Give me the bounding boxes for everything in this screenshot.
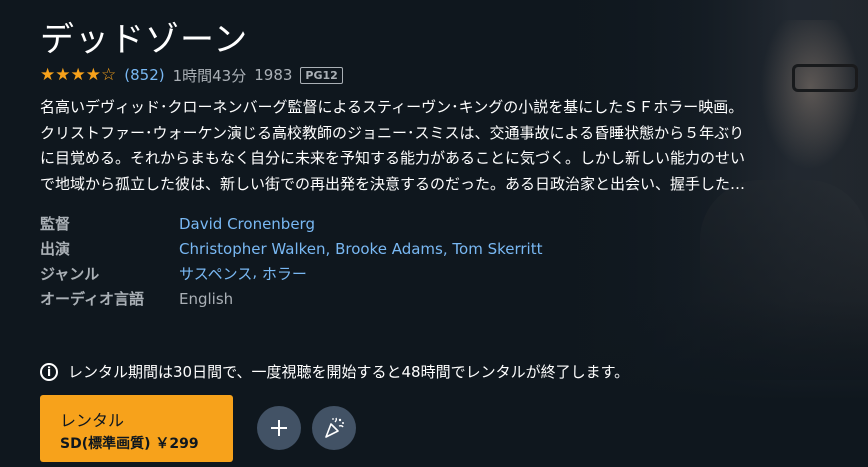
rental-notice: i レンタル期間は30日間で、一度視聴を開始すると48時間でレンタルが終了します… (40, 361, 629, 382)
audio-row: オーディオ言語 English (40, 286, 542, 311)
rent-button-price: SD(標準画質) ￥299 (60, 436, 199, 452)
maturity-rating-badge: PG12 (300, 66, 343, 84)
director-link[interactable]: David Cronenberg (179, 215, 315, 233)
release-year: 1983 (254, 66, 293, 84)
cast-link[interactable]: Tom Skerritt (452, 240, 542, 258)
synopsis-line: クリストファー･ウォーケン演じる高校教師のジョニー･スミスは、交通事故による昏睡… (40, 123, 745, 142)
cast-label: 出演 (40, 240, 71, 258)
watch-party-button[interactable] (312, 406, 356, 450)
genre-link[interactable]: ホラー (262, 263, 307, 284)
separator: , (325, 239, 331, 258)
genre-row: ジャンル サスペンス, ホラー (40, 261, 542, 286)
rent-button-label: レンタル (60, 411, 125, 430)
synopsis-line: 名高いデヴィッド･クローネンバーグ監督によるスティーヴン･キングの小説を基にした… (40, 98, 744, 116)
add-to-watchlist-button[interactable] (257, 406, 301, 450)
separator: , (442, 239, 448, 258)
star-rating[interactable]: ★ ★ ★ ★ ☆ (40, 64, 117, 85)
star-full-icon: ★ (55, 64, 71, 85)
rental-notice-text: レンタル期間は30日間で、一度視聴を開始すると48時間でレンタルが終了します。 (68, 363, 630, 381)
cast-link[interactable]: Brooke Adams (335, 240, 443, 258)
director-label: 監督 (40, 215, 71, 233)
star-full-icon: ★ (40, 64, 56, 85)
synopsis[interactable]: 名高いデヴィッド･クローネンバーグ監督によるスティーヴン･キングの小説を基にした… (40, 95, 840, 197)
rent-button[interactable]: レンタル SD(標準画質) ￥299 (40, 395, 233, 462)
synopsis-line: で地域から孤立した彼は、新しい街での再出発を決意するのだった。ある日政治家と出会… (40, 174, 746, 193)
separator: , (252, 263, 258, 281)
movie-title: デッドゾーン (40, 20, 249, 60)
star-full-icon: ★ (70, 64, 86, 85)
details-list: 監督 David Cronenberg 出演 Christopher Walke… (40, 211, 542, 311)
rating-count[interactable]: (852) (124, 66, 164, 84)
audio-language: English (179, 289, 234, 308)
genre-label: ジャンル (40, 265, 100, 283)
star-empty-icon: ☆ (101, 64, 117, 85)
synopsis-line: に目覚める。それからまもなく自分に未来を予知する能力があることに気づく。しかし新… (40, 149, 746, 167)
plus-icon (271, 420, 287, 436)
director-row: 監督 David Cronenberg (40, 211, 542, 236)
star-full-icon: ★ (85, 64, 101, 85)
watch-party-icon (325, 417, 344, 438)
meta-row: ★ ★ ★ ★ ☆ (852) 1時間43分 1983 PG12 (40, 64, 343, 86)
cast-row: 出演 Christopher Walken, Brooke Adams, Tom… (40, 236, 542, 261)
genre-link[interactable]: サスペンス (179, 263, 252, 284)
cast-link[interactable]: Christopher Walken (179, 240, 326, 258)
info-icon: i (40, 362, 58, 381)
audio-label: オーディオ言語 (40, 290, 144, 308)
duration: 1時間43分 (172, 66, 247, 85)
